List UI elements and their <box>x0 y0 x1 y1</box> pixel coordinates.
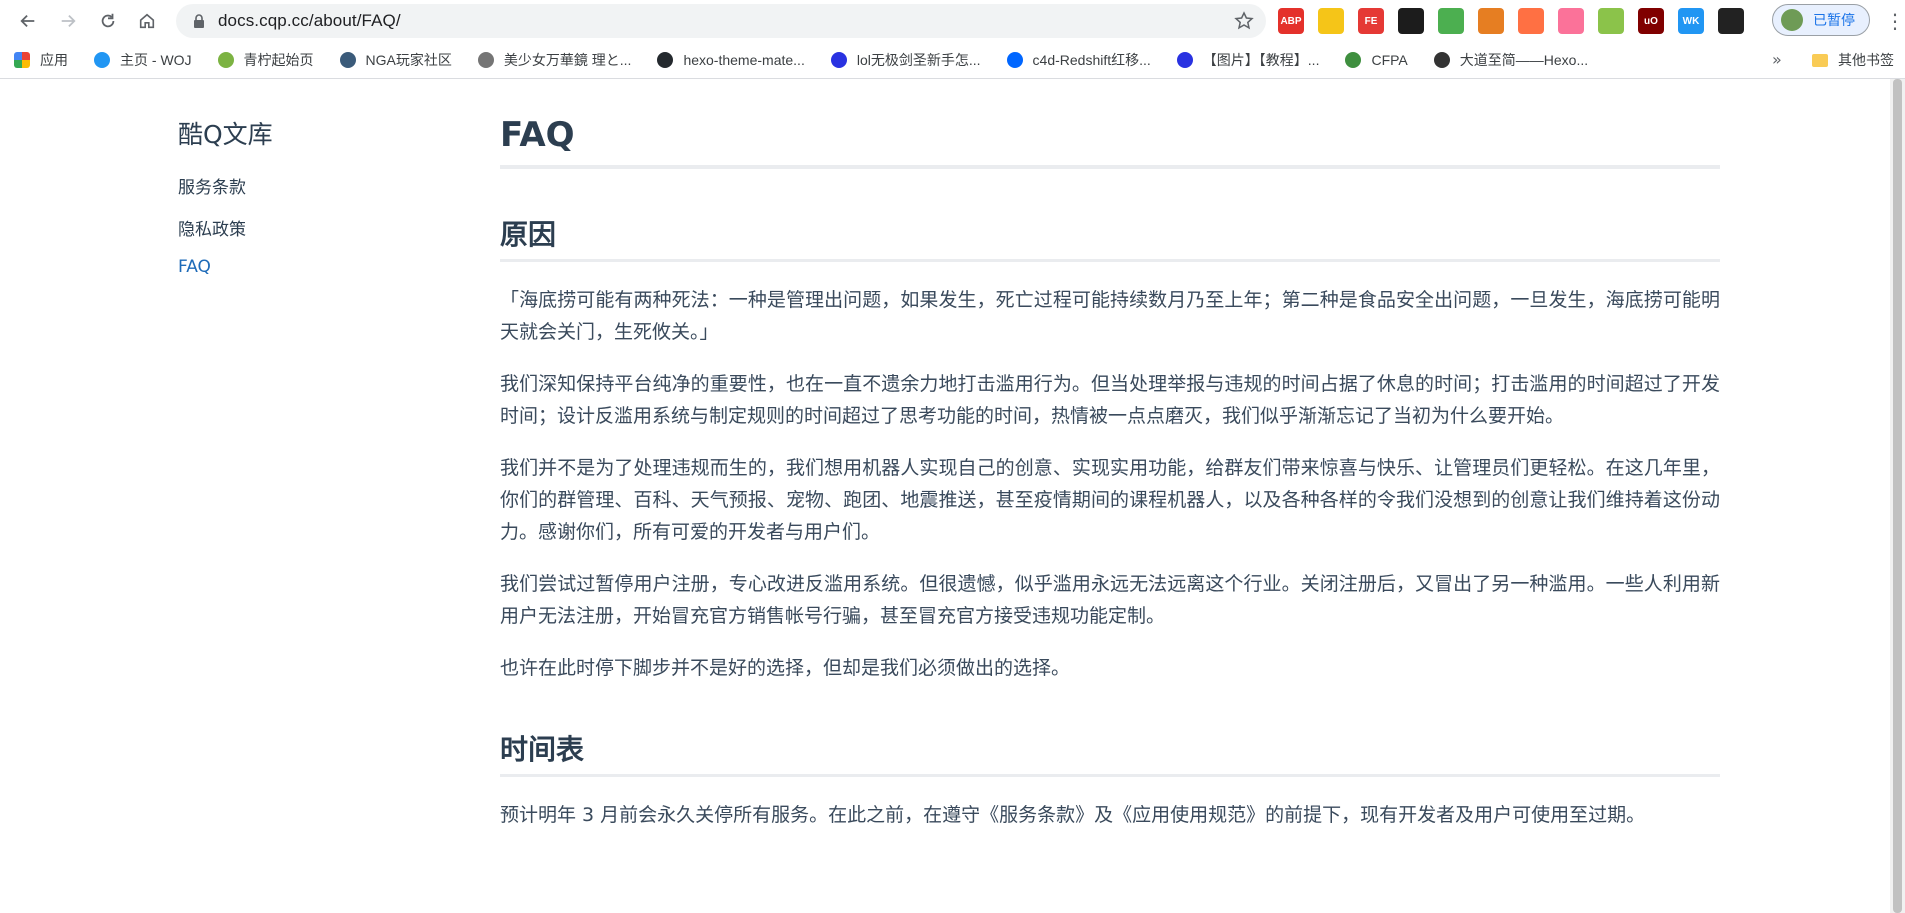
bookmarks-bar: 应用 主页 - WOJ 青柠起始页 NGA玩家社区 美少女万華鏡 理と... hexo-t… <box>0 42 1905 79</box>
other-bookmarks-label: 其他书签 <box>1838 52 1894 68</box>
arrow-right-icon <box>61 14 76 28</box>
other-bookmarks-button[interactable]: 其他书签 <box>1812 46 1894 74</box>
bookmark-label: 美少女万華鏡 理と... <box>503 52 632 68</box>
bookmark-item[interactable]: hexo-theme-mate... <box>643 46 816 74</box>
forward-button[interactable] <box>48 1 88 41</box>
menu-icon[interactable]: ⋮ <box>1885 8 1905 34</box>
apps-grid-icon <box>14 52 30 68</box>
sidebar-item-faq[interactable]: FAQ <box>178 257 438 277</box>
paragraph: 预计明年 3 月前会永久关停所有服务。在此之前，在遵守《服务条款》及《应用使用规… <box>500 804 1646 826</box>
bookmark-item[interactable]: CFPA <box>1331 46 1419 74</box>
main-content: FAQ 原因 「海底捞可能有两种死法：一种是管理出问题，如果发生，死亡过程可能持… <box>500 115 1720 831</box>
bookmark-label: 大道至简——Hexo... <box>1459 52 1589 68</box>
profile-status: 已暂停 <box>1813 12 1855 28</box>
bookmark-label: 【图片】【教程】... <box>1202 52 1320 68</box>
browser-toolbar: docs.cqp.cc/about/FAQ/ ABP FE uO WK 已暂停 ⋮ <box>0 0 1905 42</box>
bookmark-label: c4d-Redshift红移... <box>1032 52 1151 68</box>
paragraph: 我们深知保持平台纯净的重要性，也在一直不遗余力地打击滥用行为。但当处理举报与违规… <box>500 373 1720 427</box>
paragraph: 也许在此时停下脚步并不是好的选择，但却是我们必须做出的选择。 <box>500 657 1071 679</box>
feather-icon[interactable] <box>1478 8 1504 34</box>
adblock-plus-icon[interactable]: ABP <box>1278 8 1304 34</box>
bookmark-label: lol无极剑圣新手怎... <box>856 52 981 68</box>
tampermonkey-icon[interactable] <box>1398 8 1424 34</box>
earth-icon <box>1345 52 1362 68</box>
home-button[interactable] <box>127 1 167 41</box>
bilibili-icon[interactable] <box>1558 8 1584 34</box>
bookmark-item[interactable]: NGA玩家社区 <box>326 46 464 74</box>
avatar <box>1781 9 1803 31</box>
paragraph: 我们并不是为了处理违规而生的，我们想用机器人实现自己的创意、实现实用功能，给群友… <box>500 457 1720 543</box>
section-heading-timeline: 时间表 <box>500 728 1720 777</box>
url-text: docs.cqp.cc/about/FAQ/ <box>218 11 401 30</box>
bookmarks-overflow-button[interactable]: » <box>1772 50 1782 69</box>
back-button[interactable] <box>8 1 48 41</box>
baidu-icon <box>1176 52 1193 68</box>
bookmark-item[interactable]: 青柠起始页 <box>204 46 326 74</box>
page-title: FAQ <box>500 115 1720 169</box>
record-icon[interactable] <box>1718 8 1744 34</box>
arrow-left-icon <box>20 14 35 28</box>
lock-icon <box>194 14 204 28</box>
bookmark-label: NGA玩家社区 <box>365 52 452 68</box>
profile-button[interactable]: 已暂停 <box>1772 4 1870 36</box>
woj-icon <box>94 52 110 68</box>
scrollbar-thumb[interactable] <box>1893 79 1902 913</box>
sidebar-item-terms[interactable]: 服务条款 <box>178 173 438 198</box>
baidu-icon <box>830 52 847 68</box>
nga-icon <box>339 52 356 68</box>
blob-icon[interactable] <box>1518 8 1544 34</box>
site-title[interactable]: 酷Q文库 <box>178 115 438 151</box>
wk-icon[interactable]: WK <box>1678 8 1704 34</box>
home-icon <box>139 13 155 29</box>
bookmark-item[interactable]: c4d-Redshift红移... <box>993 46 1163 74</box>
sidebar-item-privacy[interactable]: 隐私政策 <box>178 215 438 240</box>
bookmark-item[interactable]: lol无极剑圣新手怎... <box>817 46 993 74</box>
bookmark-item[interactable]: 应用 <box>0 46 80 74</box>
bookmark-label: 应用 <box>40 52 68 68</box>
reload-button[interactable] <box>88 1 128 41</box>
folder-icon <box>1812 53 1828 67</box>
page-viewport: 酷Q文库 服务条款 隐私政策 FAQ FAQ 原因 「海底捞可能有两种死法：一种… <box>0 79 1905 913</box>
globe-icon <box>477 52 494 68</box>
bookmark-item[interactable]: 大道至简——Hexo... <box>1420 46 1600 74</box>
bookmark-label: 青柠起始页 <box>243 52 314 68</box>
bookmark-item[interactable]: 美少女万華鏡 理と... <box>464 46 644 74</box>
sidebar: 酷Q文库 服务条款 隐私政策 FAQ <box>178 115 438 294</box>
lime-icon <box>217 52 234 68</box>
section-heading-reason: 原因 <box>500 213 1720 262</box>
github-icon <box>657 52 674 68</box>
bookmark-label: 主页 - WOJ <box>120 52 192 68</box>
paragraph: 我们尝试过暂停用户注册，专心改进反滥用系统。但很遗憾，似乎滥用永远无法远离这个行… <box>500 573 1720 627</box>
piano-icon[interactable] <box>1318 8 1344 34</box>
bookmark-star-icon[interactable] <box>1234 11 1254 31</box>
circle-icon[interactable] <box>1598 8 1624 34</box>
globe-plant-icon[interactable] <box>1438 8 1464 34</box>
fe-helper-icon[interactable]: FE <box>1358 8 1384 34</box>
bookmark-item[interactable]: 主页 - WOJ <box>80 46 204 74</box>
bookmark-label: hexo-theme-mate... <box>683 52 805 68</box>
bookmark-item[interactable]: 【图片】【教程】... <box>1163 46 1332 74</box>
address-bar[interactable]: docs.cqp.cc/about/FAQ/ <box>176 4 1266 38</box>
ublock-icon[interactable]: uO <box>1638 8 1664 34</box>
bookmark-label: CFPA <box>1371 52 1408 68</box>
paragraph: 「海底捞可能有两种死法：一种是管理出问题，如果发生，死亡过程可能持续数月乃至上年… <box>500 289 1720 343</box>
zhihu-icon <box>1006 52 1023 68</box>
extensions-bar: ABP FE uO WK <box>1278 8 1744 34</box>
reload-icon <box>101 13 115 28</box>
hexo-icon <box>1433 52 1450 68</box>
